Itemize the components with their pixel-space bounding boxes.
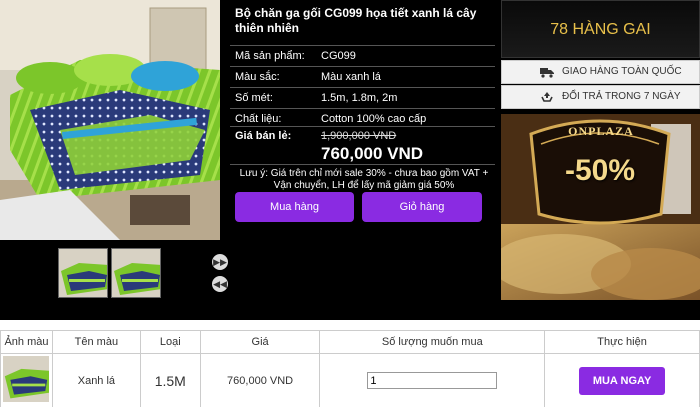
spec-row-color: Màu sắc: Màu xanh lá: [230, 66, 495, 87]
column-header: Số lượng muốn mua: [319, 330, 546, 354]
row-price: 760,000 VND: [199, 353, 321, 407]
add-to-cart-button[interactable]: Giỏ hàng: [362, 192, 482, 222]
spec-row-size: Số mét: 1.5m, 1.8m, 2m: [230, 87, 495, 108]
product-panel: ▶▶ ◀◀ Bộ chăn ga gối CG099 họa tiết xanh…: [0, 0, 700, 320]
column-header: Ảnh màu: [0, 330, 53, 354]
column-header: Tên màu: [51, 330, 141, 354]
product-info: Bộ chăn ga gối CG099 họa tiết xanh lá câ…: [230, 0, 495, 320]
product-title: Bộ chăn ga gối CG099 họa tiết xanh lá câ…: [235, 6, 477, 35]
banner-discount: -50%: [564, 154, 636, 187]
table-row: Xanh lá 1.5M 760,000 VND MUA NGAY: [0, 353, 700, 407]
color-swatch-image[interactable]: [3, 356, 50, 402]
price-label: Giá bán lẻ:: [235, 130, 292, 142]
previous-image-button[interactable]: ◀◀: [212, 276, 228, 292]
spec-value: 1.5m, 1.8m, 2m: [321, 92, 398, 104]
next-image-button[interactable]: ▶▶: [212, 254, 228, 270]
spec-label: Mã sản phẩm:: [235, 50, 305, 62]
recycle-icon: [541, 92, 553, 102]
product-main-image[interactable]: [0, 0, 220, 240]
quantity-cell: [319, 353, 546, 407]
spec-value: Màu xanh lá: [321, 71, 381, 83]
spec-label: Màu sắc:: [235, 71, 280, 83]
sidebar: 78 HÀNG GAI GIAO HÀNG TOÀN QUỐC ĐỔI TRẢ …: [501, 0, 700, 300]
order-table: Ảnh màu Tên màu Loại Giá Số lượng muốn m…: [0, 330, 700, 407]
spec-label: Số mét:: [235, 92, 273, 104]
spec-value: CG099: [321, 50, 356, 62]
quantity-input[interactable]: [367, 372, 498, 389]
product-page: ▶▶ ◀◀ Bộ chăn ga gối CG099 họa tiết xanh…: [0, 0, 700, 407]
thumbnail-image: [112, 249, 160, 297]
promo-banner[interactable]: ONPLAZA -50%: [501, 114, 700, 300]
buy-button[interactable]: Mua hàng: [235, 192, 354, 222]
service-returns: ĐỔI TRẢ TRONG 7 NGÀY: [501, 85, 700, 109]
column-header: Giá: [199, 330, 321, 354]
price-note: Lưu ý: Giá trên chỉ mới sale 30% - chưa …: [239, 168, 489, 191]
sale-price: 760,000 VND: [321, 144, 424, 163]
product-thumbnail-2[interactable]: [111, 248, 161, 298]
spec-row-code: Mã sản phẩm: CG099: [230, 45, 495, 66]
store-address-banner[interactable]: 78 HÀNG GAI: [501, 0, 700, 58]
column-header: Thực hiện: [544, 330, 700, 354]
color-name: Xanh lá: [51, 353, 141, 407]
divider: [230, 164, 495, 165]
banner-brand: ONPLAZA: [568, 124, 634, 138]
promo-banner-illustration: [501, 114, 700, 300]
buy-now-button[interactable]: MUA NGAY: [579, 366, 666, 395]
product-thumbnail-1[interactable]: [58, 248, 108, 298]
spec-divider: [230, 126, 495, 127]
old-price: 1,900,000 VND: [321, 130, 397, 142]
service-shipping: GIAO HÀNG TOÀN QUỐC: [501, 60, 700, 84]
thumbnail-image: [59, 249, 107, 297]
action-cell: MUA NGAY: [544, 353, 700, 407]
service-label: ĐỔI TRẢ TRONG 7 NGÀY: [562, 91, 681, 102]
column-header: Loại: [139, 330, 201, 354]
service-label: GIAO HÀNG TOÀN QUỐC: [562, 66, 682, 77]
spec-label: Chất liệu:: [235, 113, 282, 125]
truck-icon: [540, 68, 554, 78]
spec-value: Cotton 100% cao cấp: [321, 113, 427, 125]
color-image-cell: [0, 353, 53, 407]
table-header-row: Ảnh màu Tên màu Loại Giá Số lượng muốn m…: [0, 330, 700, 354]
bedding-photo-illustration: [0, 0, 220, 240]
size-type: 1.5M: [139, 353, 201, 407]
